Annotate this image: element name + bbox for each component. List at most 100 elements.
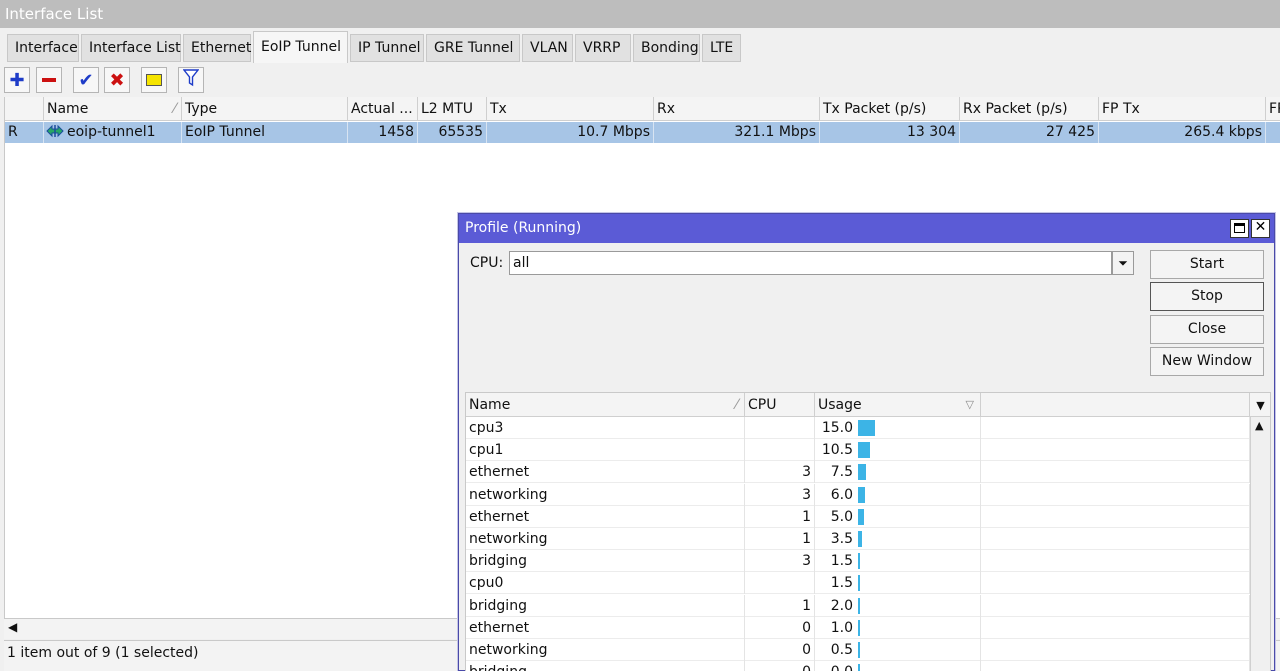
list-item[interactable]: ethernet 3 7.5 [466,461,1250,484]
column-header-fp-tx[interactable]: FP Tx [1099,97,1266,121]
remove-button[interactable] [36,67,62,93]
profile-cpu: 1 [745,528,815,550]
new-window-button[interactable]: New Window [1150,347,1264,376]
row-flag: R [5,122,44,143]
profile-empty-cell [981,505,1250,528]
list-item[interactable]: cpu0 1.5 [466,572,1250,595]
list-item[interactable]: ethernet 1 5.0 [466,505,1250,528]
tab-ip-tunnel[interactable]: IP Tunnel [350,34,424,62]
column-header-l2-mtu[interactable]: L2 MTU [418,97,487,121]
profile-usage-cell: 0.5 [815,639,981,661]
profile-usage-cell: 10.5 [815,439,981,462]
column-header-usage[interactable]: Usage ▽ [815,393,981,417]
profile-usage: 1.5 [830,575,853,592]
profile-name: bridging [466,550,745,573]
tab-gre-tunnel[interactable]: GRE Tunnel [426,34,520,62]
column-header-fp[interactable]: FP [1266,97,1280,121]
tab-interface-list[interactable]: Interface List [81,34,181,62]
window-title-bar: Interface List [0,0,1280,28]
list-item[interactable]: networking 1 3.5 [466,528,1250,550]
profile-name: bridging [466,594,745,617]
column-menu-button[interactable]: ▼ [1250,393,1270,417]
profile-title-bar[interactable]: Profile (Running) ✕ [459,214,1274,243]
cross-icon: ✖ [109,69,125,91]
profile-usage-cell: 1.5 [815,550,981,573]
tab-vlan[interactable]: VLAN [522,34,573,62]
usage-bar [858,420,875,436]
tab-bonding[interactable]: Bonding [633,34,700,62]
close-window-button[interactable]: ✕ [1251,219,1270,238]
list-item[interactable]: cpu3 15.0 [466,417,1250,439]
toolbar: ✚ ✔ ✖ [0,63,1280,97]
profile-usage: 2.0 [830,597,853,614]
row-name: eoip-tunnel1 [44,122,182,143]
profile-name: ethernet [466,505,745,528]
profile-usage: 5.0 [830,508,853,525]
tab-interface[interactable]: Interface [7,34,79,62]
status-text: 1 item out of 9 (1 selected) [7,645,199,661]
chevron-down-icon: ▼ [1256,399,1265,412]
enable-button[interactable]: ✔ [73,67,99,93]
table-row[interactable]: R eoip-tunnel1 EoIP Tunnel 1458 65535 10… [5,122,1280,143]
tab-eoip-tunnel[interactable]: EoIP Tunnel [253,31,348,63]
tab-lte[interactable]: LTE [702,34,741,62]
tab-vrrp[interactable]: VRRP [575,34,631,62]
tab-strip: Interface Interface List Ethernet EoIP Tunn… [0,28,1280,63]
column-header-type[interactable]: Type [182,97,348,121]
list-item[interactable]: bridging 1 2.0 [466,594,1250,617]
add-button[interactable]: ✚ [4,67,30,93]
plus-icon: ✚ [9,69,25,91]
profile-cpu: 0 [745,661,815,671]
row-tx-packet: 13 304 [820,122,960,143]
profile-empty-cell [981,594,1250,617]
list-item[interactable]: cpu1 10.5 [466,439,1250,462]
usage-bar [858,619,860,636]
column-header-cpu[interactable]: CPU [745,393,815,417]
profile-usage: 0.0 [831,661,853,671]
column-header-name[interactable]: Name ⁄ [466,393,745,417]
chevron-down-icon: ⏷ [1118,256,1128,270]
column-header-tx[interactable]: Tx [487,97,654,121]
cpu-dropdown-button[interactable]: ⏷ [1112,251,1134,275]
filter-button[interactable] [178,67,204,93]
row-l2-mtu: 65535 [418,122,487,143]
profile-usage-cell: 7.5 [815,461,981,484]
profile-cpu: 1 [745,594,815,617]
scroll-up-icon[interactable]: ▲ [1255,419,1263,432]
profile-name: bridging [466,661,745,671]
vertical-scrollbar[interactable]: ▲ [1250,417,1270,671]
profile-empty-cell [981,550,1250,573]
usage-bar [858,486,865,503]
close-button[interactable]: Close [1150,315,1264,344]
stop-button[interactable]: Stop [1150,282,1264,311]
usage-bar [858,553,860,570]
column-header-rx[interactable]: Rx [654,97,820,121]
tab-ethernet[interactable]: Ethernet [183,34,251,62]
start-button[interactable]: Start [1150,250,1264,279]
maximize-button[interactable] [1230,219,1249,238]
column-header-empty [981,393,1250,417]
usage-bar [858,642,860,658]
comment-button[interactable] [141,67,167,93]
list-item[interactable]: networking 3 6.0 [466,483,1250,506]
list-item[interactable]: ethernet 0 1.0 [466,616,1250,639]
cpu-select[interactable]: all [509,251,1112,275]
profile-usage: 1.5 [830,553,853,570]
list-item[interactable]: bridging0 0.0 [466,661,1250,671]
column-header-actual-mtu[interactable]: Actual ... [348,97,418,121]
profile-usage-cell: 6.0 [815,483,981,506]
profile-usage-cell: 1.5 [815,572,981,595]
list-item[interactable]: networking 0 0.5 [466,639,1250,661]
disable-button[interactable]: ✖ [104,67,130,93]
profile-empty-cell [981,661,1250,671]
column-header-flag[interactable] [5,97,44,121]
profile-empty-cell [981,483,1250,506]
scroll-left-icon[interactable]: ◀ [8,620,17,634]
close-icon: ✕ [1254,219,1267,235]
list-item[interactable]: bridging 3 1.5 [466,550,1250,573]
column-header-rx-packet[interactable]: Rx Packet (p/s) [960,97,1099,121]
profile-name: cpu3 [466,417,745,439]
row-type: EoIP Tunnel [182,122,348,143]
column-header-tx-packet[interactable]: Tx Packet (p/s) [820,97,960,121]
column-header-name[interactable]: Name ⁄ [44,97,182,121]
